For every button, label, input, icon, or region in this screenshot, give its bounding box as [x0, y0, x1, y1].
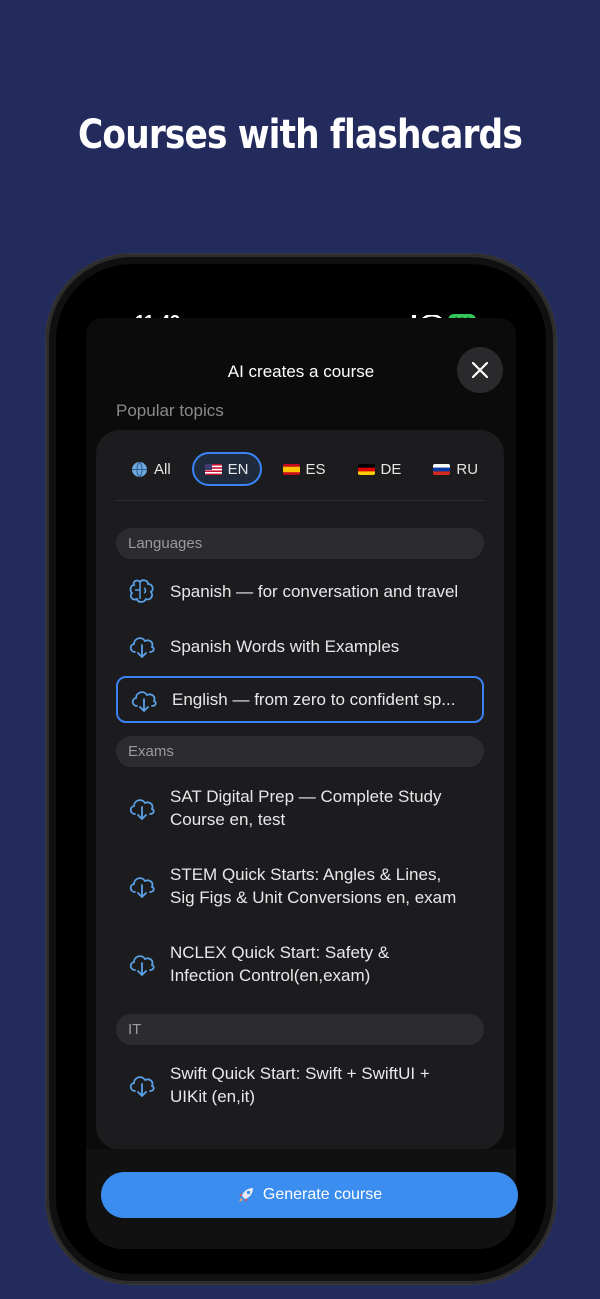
cloud-download-icon: [129, 799, 155, 821]
generate-course-button[interactable]: Generate course: [101, 1172, 518, 1218]
flag-ru-icon: [433, 463, 451, 475]
group-header-it: IT: [116, 1014, 484, 1045]
brain-icon: [129, 579, 154, 603]
language-tabs: All EN ES DE RU: [120, 452, 499, 486]
tab-label: ES: [305, 460, 326, 478]
phone-frame: 11:43 100 AI creates a course Popular to…: [46, 254, 556, 1284]
topic-label: Spanish — for conversation and travel: [170, 581, 459, 601]
tab-all[interactable]: All: [120, 452, 182, 486]
cloud-download-icon: [129, 955, 155, 977]
tab-en[interactable]: EN: [191, 452, 262, 486]
topic-item[interactable]: STEM Quick Starts: Angles & Lines, Sig F…: [116, 861, 484, 911]
topic-label-line1: SAT Digital Prep — Complete Study: [170, 787, 442, 806]
tab-label: All: [154, 460, 171, 478]
tab-es[interactable]: ES: [272, 452, 337, 486]
topic-text: Swift Quick Start: Swift + SwiftUI + UIK…: [170, 1062, 430, 1108]
tab-label: RU: [456, 460, 479, 478]
topic-label-line1: Swift Quick Start: Swift + SwiftUI +: [170, 1064, 430, 1083]
topic-label-line2: Sig Figs & Unit Conversions en, exam: [170, 888, 457, 907]
topic-item[interactable]: Spanish Words with Examples: [116, 628, 484, 664]
generate-course-label: Generate course: [262, 1186, 383, 1203]
topic-label-line2: UIKit (en,it): [170, 1087, 256, 1106]
topic-item[interactable]: NCLEX Quick Start: Safety & Infection Co…: [116, 939, 484, 989]
cloud-download-icon: [129, 637, 155, 659]
phone-screen: 11:43 100 AI creates a course Popular to…: [56, 264, 546, 1274]
topic-label: Spanish Words with Examples: [170, 636, 400, 656]
topic-label-line1: STEM Quick Starts: Angles & Lines,: [170, 865, 442, 884]
group-header-languages: Languages: [116, 528, 484, 559]
topic-item[interactable]: Spanish — for conversation and travel: [116, 573, 484, 609]
topic-item[interactable]: Swift Quick Start: Swift + SwiftUI + UIK…: [116, 1060, 484, 1110]
globe-icon: [132, 461, 147, 477]
tab-label: EN: [227, 460, 249, 478]
close-icon: [471, 361, 489, 379]
flag-de-icon: [357, 463, 375, 475]
close-button[interactable]: [457, 347, 503, 393]
section-label: Popular topics: [116, 401, 224, 420]
topics-card: All EN ES DE RU Languages Spanish — for …: [96, 430, 504, 1150]
topic-label: English — from zero to confident sp...: [172, 690, 456, 709]
cloud-download-icon: [131, 690, 157, 712]
topic-text: STEM Quick Starts: Angles & Lines, Sig F…: [170, 863, 456, 909]
topic-label-line2: Course en, test: [170, 810, 286, 829]
flag-es-icon: [282, 463, 300, 475]
rocket-icon: [238, 1188, 253, 1202]
tab-de[interactable]: DE: [347, 452, 413, 486]
tab-ru[interactable]: RU: [422, 452, 489, 486]
topic-item[interactable]: SAT Digital Prep — Complete Study Course…: [116, 783, 484, 833]
topic-label-line1: NCLEX Quick Start: Safety &: [170, 943, 390, 962]
flag-us-icon: [204, 463, 222, 475]
cloud-download-icon: [129, 877, 155, 899]
topic-text: NCLEX Quick Start: Safety & Infection Co…: [170, 941, 389, 987]
topic-item-selected[interactable]: English — from zero to confident sp...: [116, 676, 484, 723]
page-headline: Courses with flashcards: [78, 112, 523, 158]
tab-label: DE: [380, 460, 402, 478]
topic-text: SAT Digital Prep — Complete Study Course…: [170, 785, 442, 831]
group-header-exams: Exams: [116, 736, 484, 767]
cloud-download-icon: [129, 1076, 155, 1098]
tabs-divider: [116, 500, 484, 501]
topic-label-line2: Infection Control(en,exam): [170, 966, 371, 985]
